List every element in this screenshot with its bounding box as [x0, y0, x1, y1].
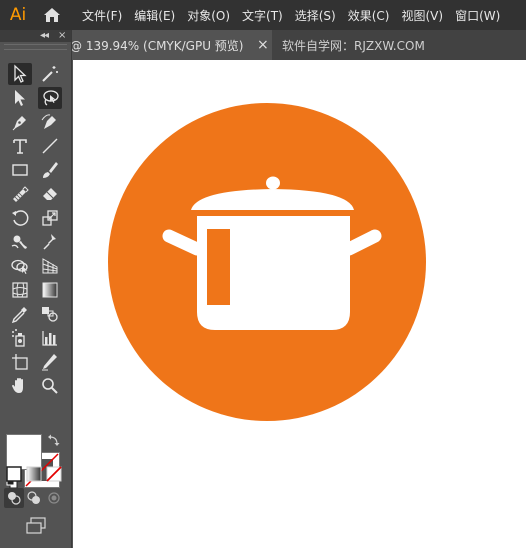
- artboard-canvas[interactable]: [73, 60, 526, 548]
- direct-selection-tool-icon[interactable]: [8, 87, 32, 109]
- blend-tool-icon[interactable]: [38, 303, 62, 325]
- column-graph-tool-icon[interactable]: [38, 327, 62, 349]
- tab-document[interactable]: @ 139.94% (CMYK/GPU 预览) ×: [70, 30, 272, 60]
- menu-file[interactable]: 文件(F): [82, 7, 122, 24]
- panel-header: ◂◂ ×: [0, 30, 71, 42]
- gradient-tool-icon[interactable]: [38, 279, 62, 301]
- menu-object[interactable]: 对象(O): [187, 7, 230, 24]
- menu-edit[interactable]: 编辑(E): [134, 7, 175, 24]
- menu-list: 文件(F) 编辑(E) 对象(O) 文字(T) 选择(S) 效果(C) 视图(V…: [82, 7, 512, 24]
- draw-inside-icon[interactable]: [44, 488, 64, 508]
- puppet-warp-tool-icon[interactable]: [38, 231, 62, 253]
- panel-grip[interactable]: [4, 44, 67, 50]
- shaper-tool-icon[interactable]: [8, 183, 32, 205]
- gradient-mode-button[interactable]: [24, 464, 44, 484]
- document-tabs: @ 139.94% (CMYK/GPU 预览) × 软件自学网：RJZXW.CO…: [70, 30, 526, 60]
- swap-fill-stroke-icon[interactable]: [48, 434, 60, 449]
- warp-tool-icon[interactable]: [8, 231, 32, 253]
- curvature-tool-icon[interactable]: [38, 111, 62, 133]
- menu-type[interactable]: 文字(T): [242, 7, 283, 24]
- menu-effect[interactable]: 效果(C): [348, 7, 390, 24]
- tab-watermark[interactable]: 软件自学网：RJZXW.COM: [282, 30, 425, 60]
- slice-tool-icon[interactable]: [38, 351, 62, 373]
- rectangle-tool-icon[interactable]: [8, 159, 32, 181]
- home-icon[interactable]: [36, 0, 68, 30]
- tab-watermark-label: 软件自学网：RJZXW.COM: [282, 38, 425, 53]
- eyedropper-tool-icon[interactable]: [8, 303, 32, 325]
- perspective-grid-tool-icon[interactable]: [38, 255, 62, 277]
- type-tool-icon[interactable]: [8, 135, 32, 157]
- none-mode-button[interactable]: [44, 464, 64, 484]
- color-mode-button[interactable]: [4, 464, 24, 484]
- collapse-panel-icon[interactable]: ◂◂: [40, 30, 49, 42]
- eraser-tool-icon[interactable]: [38, 183, 62, 205]
- selection-tool-icon[interactable]: [8, 63, 32, 85]
- menu-view[interactable]: 视图(V): [401, 7, 443, 24]
- hand-tool-icon[interactable]: [8, 375, 32, 397]
- app-logo: Ai: [9, 5, 27, 25]
- menu-window[interactable]: 窗口(W): [455, 7, 500, 24]
- symbol-sprayer-tool-icon[interactable]: [8, 327, 32, 349]
- tools-panel: ◂◂ ×: [0, 30, 72, 548]
- lasso-tool-icon[interactable]: [38, 87, 62, 109]
- pot-cutout-bar[interactable]: [207, 229, 230, 305]
- scale-tool-icon[interactable]: [38, 207, 62, 229]
- rotate-tool-icon[interactable]: [8, 207, 32, 229]
- lid-knob[interactable]: [266, 176, 280, 190]
- illustrator-window: Ai 文件(F) 编辑(E) 对象(O) 文字(T) 选择(S) 效果(C) 视…: [0, 0, 526, 548]
- close-panel-icon[interactable]: ×: [58, 30, 66, 42]
- cooking-pot-icon[interactable]: [73, 60, 526, 548]
- artboard-tool-icon[interactable]: [8, 351, 32, 373]
- line-segment-tool-icon[interactable]: [38, 135, 62, 157]
- pen-tool-icon[interactable]: [8, 111, 32, 133]
- tab-close-icon[interactable]: ×: [257, 37, 269, 53]
- zoom-tool-icon[interactable]: [38, 375, 62, 397]
- menu-bar: Ai 文件(F) 编辑(E) 对象(O) 文字(T) 选择(S) 效果(C) 视…: [0, 0, 526, 30]
- shape-builder-tool-icon[interactable]: [8, 255, 32, 277]
- magic-wand-tool-icon[interactable]: [38, 63, 62, 85]
- draw-behind-icon[interactable]: [24, 488, 44, 508]
- screen-mode-icon[interactable]: [24, 516, 48, 536]
- menu-select[interactable]: 选择(S): [295, 7, 336, 24]
- tab-document-label: @ 139.94% (CMYK/GPU 预览): [70, 38, 244, 53]
- paintbrush-tool-icon[interactable]: [38, 159, 62, 181]
- draw-normal-icon[interactable]: [4, 488, 24, 508]
- mesh-tool-icon[interactable]: [8, 279, 32, 301]
